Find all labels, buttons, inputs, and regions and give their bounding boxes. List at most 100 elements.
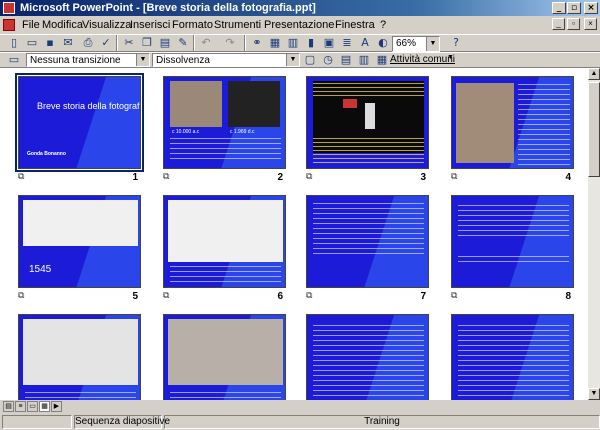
text-lines [170,137,281,159]
zoom-select[interactable]: 66% ▼ [392,36,440,52]
doc-restore-button[interactable]: ▫ [567,18,580,30]
insert-chart-icon[interactable]: ▮ [303,35,319,51]
open-icon[interactable]: ▭ [24,35,40,51]
common-tasks-button[interactable]: Attività comuni [390,54,455,65]
slide-thumbnail-2[interactable]: c 10.000 a.c c 1.969 d.c [163,76,286,169]
scroll-down-button[interactable]: ▼ [588,388,600,400]
slide-thumbnail-1[interactable]: Breve storia della fotografia Gonda Bona… [15,73,144,172]
chevron-down-icon[interactable]: ▼ [286,54,299,66]
transition-icon[interactable]: ⧉ [163,291,169,301]
transition-icon[interactable]: ⧉ [306,291,312,301]
slide-author: Gonda Bonanno [27,151,66,157]
transition-icon[interactable]: ⧉ [451,291,457,301]
powerpoint-app-icon[interactable] [3,2,15,14]
slide-thumbnail-6[interactable] [163,195,286,288]
slide-thumbnail-11[interactable] [306,314,429,400]
copy-icon[interactable]: ❐ [139,35,155,51]
slide-thumbnail-10[interactable] [163,314,286,400]
slide-thumbnail-5[interactable]: 1545 [18,195,141,288]
slide-sorter-view-icon[interactable]: ▦ [39,401,50,412]
help-icon[interactable]: ? [448,35,464,51]
title-bar: Microsoft PowerPoint - [Breve storia del… [0,0,600,16]
undo-icon[interactable]: ↶ [198,35,214,51]
flag-image [343,99,357,108]
slide-thumbnail-8[interactable] [451,195,574,288]
chevron-down-icon[interactable]: ▼ [426,37,439,51]
cut-icon[interactable]: ✂ [121,35,137,51]
slide-show-icon[interactable]: ▶ [51,401,62,412]
save-icon[interactable]: ▪ [42,35,58,51]
chevron-down-icon[interactable]: ▼ [136,54,149,66]
show-formatting-icon[interactable]: A [357,35,373,51]
common-tasks-icon[interactable]: ▦ [374,52,390,68]
menu-formato[interactable]: Formato [172,19,213,31]
print-icon[interactable]: ⎙ [80,35,96,51]
separator [193,35,195,51]
effect-select[interactable]: Dissolvenza ▼ [152,53,300,67]
menu-modifica[interactable]: Modifica [42,19,83,31]
transition-icon[interactable]: ⧉ [306,172,312,182]
doc-close-button[interactable]: × [584,18,597,30]
view-buttons-bar: ▤ ≡ ▭ ▦ ▶ [0,400,600,414]
slide-thumbnail-3[interactable] [306,76,429,169]
menu-help[interactable]: ? [380,19,386,31]
slide-thumbnail-7[interactable] [306,195,429,288]
text-lines [313,321,424,400]
slide-title: Breve storia della fotografia [37,101,141,111]
normal-view-icon[interactable]: ▤ [3,401,14,412]
new-slide-icon[interactable]: ▣ [321,35,337,51]
format-painter-icon[interactable]: ✎ [175,35,191,51]
document-icon[interactable] [3,19,15,31]
zoom-value: 66% [396,38,417,49]
rehearse-timings-icon[interactable]: ◷ [320,52,336,68]
paste-icon[interactable]: ▤ [157,35,173,51]
close-button[interactable]: × [584,2,598,14]
slide-thumbnail-12[interactable] [451,314,574,400]
transition-icon[interactable]: ⧉ [163,172,169,182]
insert-table-icon[interactable]: ▥ [285,35,301,51]
slide-view-icon[interactable]: ▭ [27,401,38,412]
grayscale-icon[interactable]: ◐ [375,35,391,51]
outline-view-icon[interactable]: ≡ [15,401,26,412]
scroll-up-button[interactable]: ▲ [588,68,600,80]
hyperlink-icon[interactable]: ⚭ [249,35,265,51]
menu-file[interactable]: File [22,19,40,31]
new-icon[interactable]: ▯ [6,35,22,51]
status-bar: Sequenza diapositive Training [0,414,600,430]
expand-all-icon[interactable]: ≣ [339,35,355,51]
slide-thumbnail-9[interactable] [18,314,141,400]
spelling-icon[interactable]: ✓ [98,35,114,51]
minimize-button[interactable]: _ [552,2,566,14]
hide-slide-icon[interactable]: ▢ [302,52,318,68]
tables-borders-icon[interactable]: ▦ [267,35,283,51]
redo-icon[interactable]: ↷ [222,35,238,51]
speaker-notes-icon[interactable]: ▥ [356,52,372,68]
chevron-down-icon[interactable]: ▼ [447,54,454,61]
vertical-scrollbar[interactable]: ▲ ▼ [588,68,600,400]
doc-minimize-button[interactable]: _ [552,18,565,30]
status-view: Sequenza diapositive [74,415,171,429]
slide-number: 1 [132,172,138,183]
menu-inserisci[interactable]: Inserisci [130,19,170,31]
separator [244,35,246,51]
transition-icon[interactable]: ⧉ [18,172,24,182]
scroll-thumb[interactable] [588,82,600,177]
text-lines [313,137,424,163]
maximize-button[interactable]: ▫ [567,2,581,14]
slide-thumbnail-4[interactable] [451,76,574,169]
menu-strumenti[interactable]: Strumenti [214,19,261,31]
menu-finestra[interactable]: Finestra [335,19,375,31]
slide-number: 4 [565,172,571,183]
menu-presentazione[interactable]: Presentazione [264,19,334,31]
summary-slide-icon[interactable]: ▤ [338,52,354,68]
camera-drawing [23,319,138,385]
text-lines [458,202,569,236]
transition-icon[interactable]: ⧉ [18,291,24,301]
transition-icon[interactable]: ⧉ [451,172,457,182]
menu-visualizza[interactable]: Visualizza [82,19,131,31]
window-title: Microsoft PowerPoint - [Breve storia del… [20,2,316,14]
transition-select[interactable]: Nessuna transizione ▼ [26,53,150,67]
email-icon[interactable]: ✉ [60,35,76,51]
slide-transition-icon[interactable]: ▭ [6,52,22,68]
caption: c 1.969 d.c [230,129,255,135]
